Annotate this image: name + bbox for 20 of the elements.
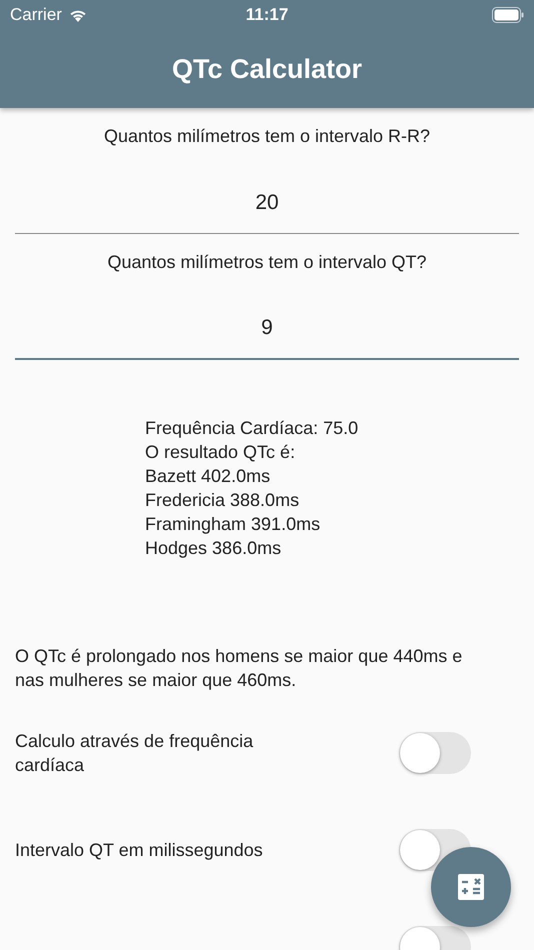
carrier-text: Carrier [10,5,62,25]
app-title: QTc Calculator [172,54,362,84]
result-text: O resultado QTc é: [145,441,296,464]
input-field[interactable]: 9 [15,312,519,360]
result-text: Fredericia 388.0ms [145,489,300,512]
note-text: O QTc é prolongado nos homens se maior que 440ms e nas mulheres se maior que 460ms. [15,645,464,692]
time-text: 11:17 [246,5,288,25]
field-label: Quantos milímetros tem o intervalo QT? [107,252,427,274]
calculate-button[interactable] [431,847,511,927]
result-text: Frequência Cardíaca: 75.0 [145,417,360,440]
result-text: Bazett 402.0ms [145,465,272,488]
field-label: Quantos milímetros tem o intervalo R-R? [104,126,430,148]
calculator-icon [458,874,484,900]
input-field[interactable]: 20 [15,186,519,234]
toggle-label: Intervalo QT em milissegundos [15,839,264,862]
toggle-label: Calculo através de frequência cardíaca [15,730,254,777]
result-text: Hodges 386.0ms [145,537,282,560]
toggle-switch[interactable] [399,732,471,774]
battery-icon [492,7,524,23]
result-text: Framingham 391.0ms [145,513,322,536]
